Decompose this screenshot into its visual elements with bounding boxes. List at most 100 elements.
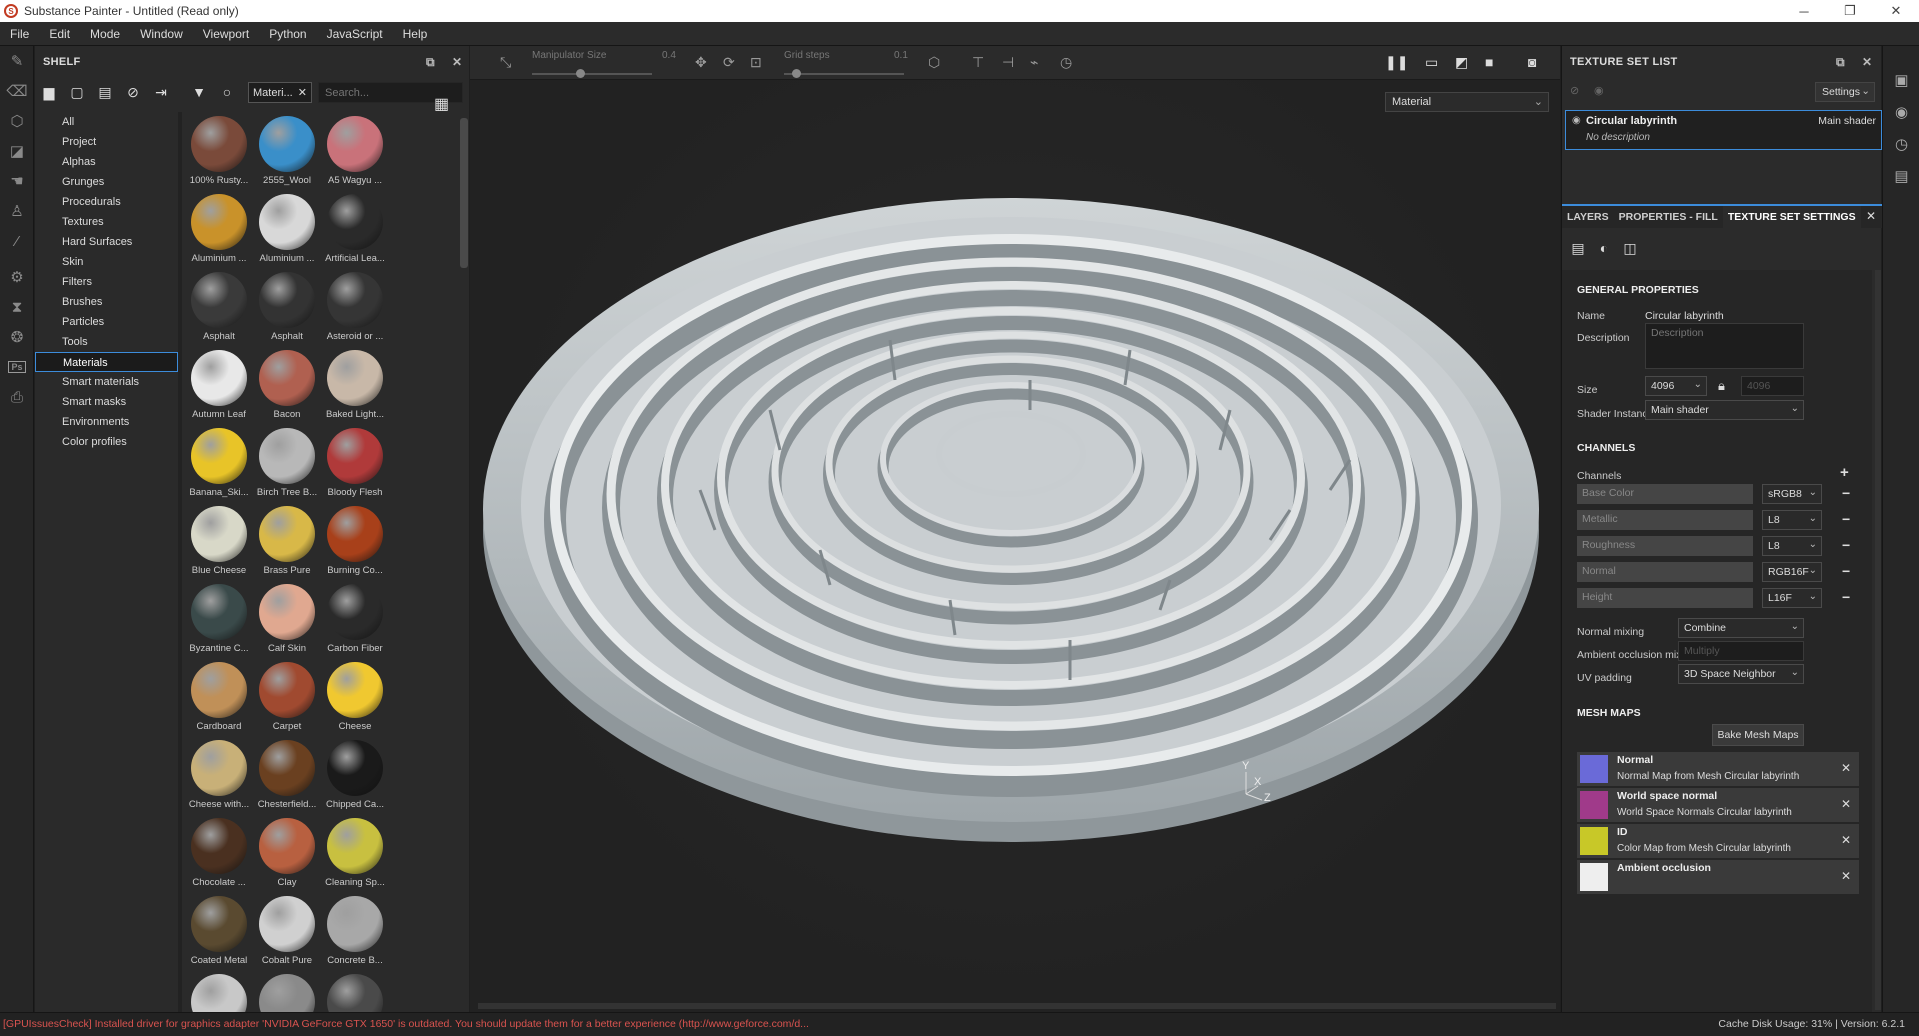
- library-icon[interactable]: ▤: [91, 79, 119, 105]
- close-tab-icon[interactable]: ✕: [1866, 209, 1876, 223]
- view-cube-icon[interactable]: ◩: [1455, 54, 1468, 71]
- status-message[interactable]: [GPUIssuesCheck] Installed driver for gr…: [3, 1013, 809, 1035]
- material-thumbnail[interactable]: Chesterfield...: [253, 740, 321, 818]
- minimize-button[interactable]: ─: [1781, 0, 1827, 22]
- smudge-icon[interactable]: ☚: [0, 166, 34, 196]
- material-thumbnail[interactable]: Aluminium ...: [185, 194, 253, 272]
- environment-icon[interactable]: ◉: [1883, 96, 1919, 128]
- menu-javascript[interactable]: JavaScript: [317, 22, 393, 46]
- material-thumbnail[interactable]: Banana_Ski...: [185, 428, 253, 506]
- filter-icon[interactable]: ▼: [185, 79, 213, 105]
- mesh-map-item[interactable]: Normal Normal Map from Mesh Circular laby…: [1577, 752, 1859, 786]
- channel-format-select[interactable]: L8 ⌄: [1762, 510, 1822, 530]
- filter-clear-icon[interactable]: ✕: [298, 86, 307, 99]
- channel-format-select[interactable]: L16F ⌄: [1762, 588, 1822, 608]
- mesh-map-item[interactable]: Ambient occlusion ✕: [1577, 860, 1859, 894]
- uv-padding-select[interactable]: 3D Space Neighbor ⌄: [1678, 664, 1804, 684]
- material-thumbnail[interactable]: Cleaning Sp...: [321, 818, 389, 896]
- material-thumbnail[interactable]: Carbon Fiber: [321, 584, 389, 662]
- import-icon[interactable]: ⇥: [147, 79, 175, 105]
- material-thumbnail[interactable]: 2555_Wool: [253, 116, 321, 194]
- material-thumbnail[interactable]: Asphalt: [185, 272, 253, 350]
- shelf-scrollbar[interactable]: [460, 118, 468, 268]
- material-thumbnail[interactable]: Calf Skin: [253, 584, 321, 662]
- log-icon[interactable]: ▤: [1883, 160, 1919, 192]
- tab-layers[interactable]: LAYERS: [1562, 206, 1614, 228]
- eraser-icon[interactable]: ⌫: [0, 76, 34, 106]
- material-thumbnail[interactable]: Bacon: [253, 350, 321, 428]
- screenshot-icon[interactable]: ◙: [1528, 54, 1536, 70]
- grid-view-icon[interactable]: ▦: [434, 96, 452, 114]
- material-thumbnail[interactable]: 100% Rusty...: [185, 116, 253, 194]
- mesh-map-item[interactable]: World space normal World Space Normals Ci…: [1577, 788, 1859, 822]
- photoshop-icon[interactable]: Ps: [0, 352, 34, 382]
- texture-set-settings-dropdown[interactable]: Settings ⌄: [1815, 82, 1875, 102]
- shelf-filter-chip[interactable]: Materi... ✕: [248, 82, 312, 103]
- shelf-category-item[interactable]: Materials: [35, 352, 178, 372]
- undock-icon[interactable]: ⧉: [1836, 55, 1845, 70]
- material-thumbnail[interactable]: Cheese: [321, 662, 389, 740]
- material-thumbnail[interactable]: Asphalt: [253, 272, 321, 350]
- texture-set-icon[interactable]: ▤: [1568, 240, 1588, 260]
- close-window-button[interactable]: ✕: [1873, 0, 1919, 22]
- shelf-category-item[interactable]: Skin: [35, 252, 178, 272]
- mesh-map-item[interactable]: ID Color Map from Mesh Circular labyrinth…: [1577, 824, 1859, 858]
- texture-set-item[interactable]: ◉ Circular labyrinth No description Main…: [1565, 110, 1882, 150]
- brush-icon[interactable]: ✎: [0, 46, 34, 76]
- color-picker-icon[interactable]: ⁄: [0, 226, 34, 256]
- material-thumbnail[interactable]: Brass Pure: [253, 506, 321, 584]
- eye-icon[interactable]: ◉: [1594, 84, 1604, 97]
- material-thumbnail[interactable]: Concrete B...: [321, 896, 389, 974]
- shelf-category-item[interactable]: Color profiles: [35, 432, 178, 452]
- tab-properties-fill[interactable]: PROPERTIES - FILL: [1614, 206, 1723, 228]
- shelf-category-item[interactable]: Textures: [35, 212, 178, 232]
- close-panel-icon[interactable]: ✕: [452, 55, 462, 69]
- frame-icon[interactable]: ▭: [1425, 54, 1438, 71]
- normal-mixing-select[interactable]: Combine ⌄: [1678, 618, 1804, 638]
- hourglass-icon[interactable]: ⧗: [0, 292, 34, 322]
- mirror-icon[interactable]: ⊣: [1002, 54, 1014, 71]
- material-thumbnail[interactable]: Baked Light...: [321, 350, 389, 428]
- camera-icon[interactable]: ■: [1485, 54, 1493, 70]
- material-thumbnail[interactable]: Autumn Leaf: [185, 350, 253, 428]
- shelf-category-item[interactable]: Environments: [35, 412, 178, 432]
- uv-icon[interactable]: ◫: [1620, 240, 1640, 260]
- visibility-off-icon[interactable]: ⊘: [1570, 84, 1579, 97]
- channel-format-select[interactable]: sRGB8 ⌄: [1762, 484, 1822, 504]
- lock-icon[interactable]: 🔒︎: [1718, 378, 1725, 394]
- new-item-icon[interactable]: ▢: [63, 79, 91, 105]
- geometry-mask-icon[interactable]: ◪: [0, 136, 34, 166]
- menu-python[interactable]: Python: [259, 22, 316, 46]
- rotate-icon[interactable]: ⟳: [723, 54, 735, 71]
- remove-channel-icon[interactable]: −: [1842, 537, 1850, 553]
- settings-icon[interactable]: ⚙: [0, 262, 34, 292]
- material-thumbnail[interactable]: Asteroid or ...: [321, 272, 389, 350]
- material-thumbnail[interactable]: Clay: [253, 818, 321, 896]
- clone-icon[interactable]: ♙: [0, 196, 34, 226]
- shelf-category-item[interactable]: Filters: [35, 272, 178, 292]
- history-icon[interactable]: ◷: [1883, 128, 1919, 160]
- material-thumbnail[interactable]: Chipped Ca...: [321, 740, 389, 818]
- shelf-category-item[interactable]: Brushes: [35, 292, 178, 312]
- shader-instance-select[interactable]: Main shader ⌄: [1645, 400, 1804, 420]
- grid-steps-knob[interactable]: [792, 69, 801, 78]
- grid-steps-slider[interactable]: [784, 73, 904, 75]
- size-select[interactable]: 4096 ⌄: [1645, 376, 1707, 396]
- menu-mode[interactable]: Mode: [80, 22, 130, 46]
- shelf-category-item[interactable]: Project: [35, 132, 178, 152]
- remove-mesh-map-icon[interactable]: ✕: [1841, 761, 1851, 775]
- remove-mesh-map-icon[interactable]: ✕: [1841, 797, 1851, 811]
- tab-texture-set-settings[interactable]: TEXTURE SET SETTINGS: [1722, 206, 1861, 228]
- maximize-button[interactable]: ❐: [1827, 0, 1873, 22]
- right-panel-scrollbar[interactable]: [1875, 270, 1881, 1010]
- viewport-scrollbar[interactable]: [478, 1003, 1556, 1009]
- ao-mixing-field[interactable]: Multiply: [1678, 641, 1804, 661]
- eye-icon[interactable]: ◉: [1572, 115, 1581, 126]
- material-thumbnail[interactable]: Coated Metal: [185, 896, 253, 974]
- display-settings-icon[interactable]: ▣: [1883, 64, 1919, 96]
- material-thumbnail[interactable]: Byzantine C...: [185, 584, 253, 662]
- shelf-category-item[interactable]: Tools: [35, 332, 178, 352]
- 3d-viewport[interactable]: Y X Z: [470, 80, 1560, 1012]
- material-thumbnail[interactable]: Cheese with...: [185, 740, 253, 818]
- material-thumbnail[interactable]: Bloody Flesh: [321, 428, 389, 506]
